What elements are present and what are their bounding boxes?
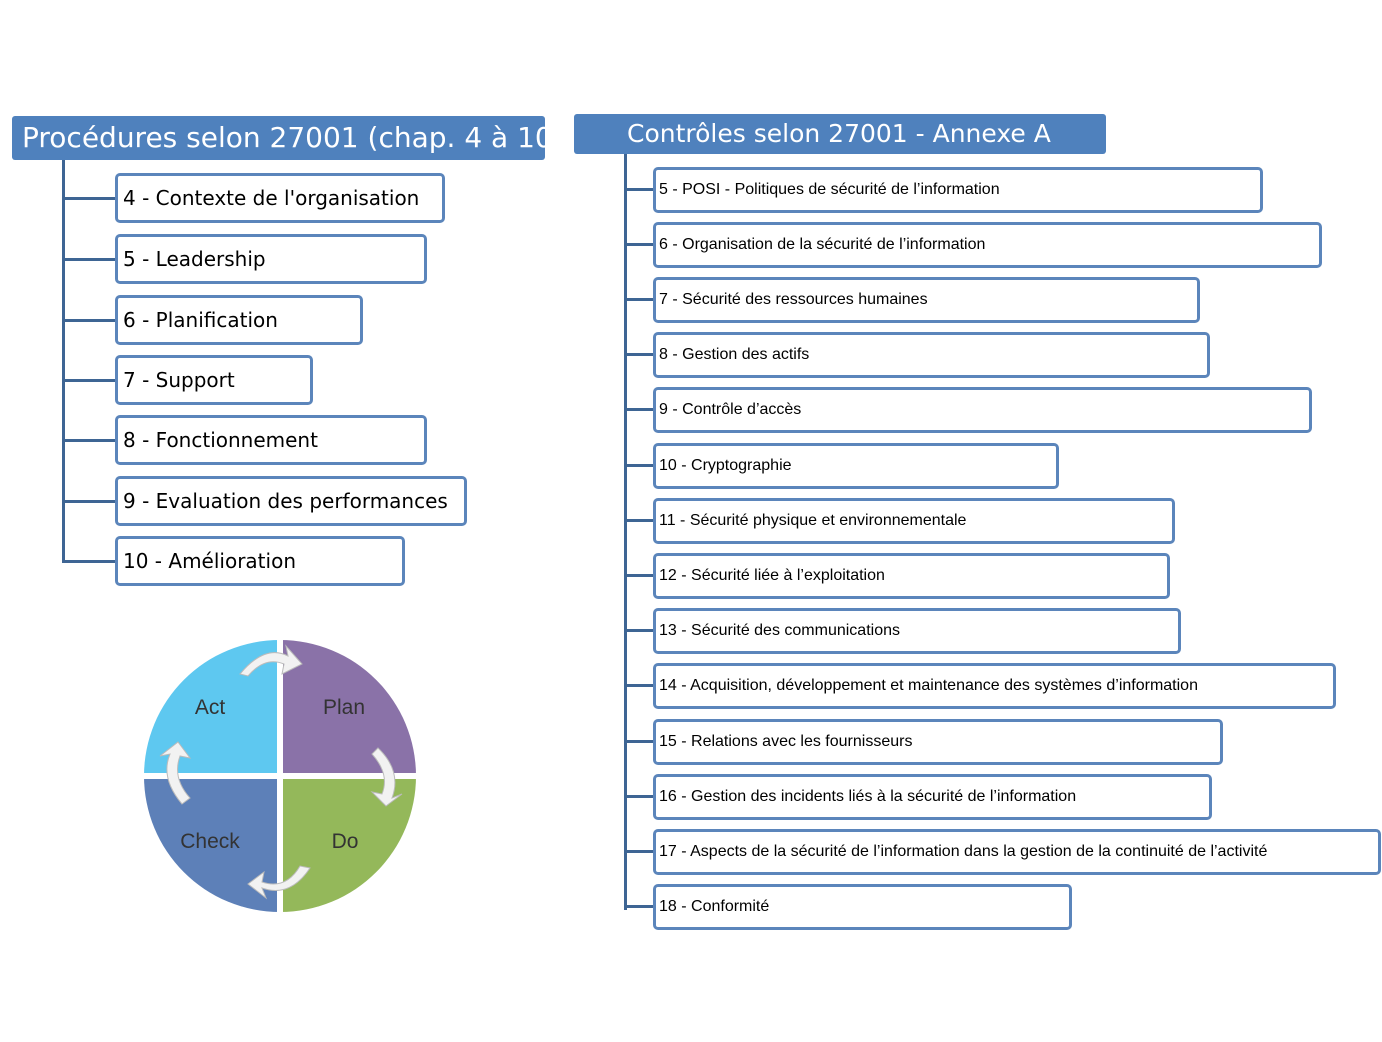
procedure-item: 10 - Amélioration [115,536,405,586]
pdca-act-label: Act [195,696,226,719]
right-connector-branch [624,629,656,632]
control-item: 14 - Acquisition, développement et maint… [653,663,1336,709]
right-connector-branch [624,519,656,522]
control-item: 11 - Sécurité physique et environnementa… [653,498,1175,544]
pdca-cycle-diagram: Act Plan Check Do [144,640,416,912]
procedures-header: Procédures selon 27001 (chap. 4 à 10) [12,116,564,160]
procedure-item: 9 - Evaluation des performances [115,476,467,526]
right-connector-branch [624,684,656,687]
left-connector-branch [62,319,116,322]
control-item: 16 - Gestion des incidents liés à la séc… [653,774,1212,820]
procedure-item: 6 - Planification [115,295,363,345]
right-connector-branch [624,464,656,467]
control-item: 7 - Sécurité des ressources humaines [653,277,1200,323]
left-connector-branch [62,379,116,382]
control-item: 18 - Conformité [653,884,1072,930]
control-item: 6 - Organisation de la sécurité de l’inf… [653,222,1322,268]
right-connector-branch [624,353,656,356]
pdca-check-label: Check [180,830,240,853]
procedure-item: 5 - Leadership [115,234,427,284]
right-connector-branch [624,740,656,743]
right-connector-branch [624,298,656,301]
control-item: 5 - POSI - Politiques de sécurité de l’i… [653,167,1263,213]
pdca-plan-label: Plan [323,696,365,719]
control-item: 13 - Sécurité des communications [653,608,1181,654]
control-item: 15 - Relations avec les fournisseurs [653,719,1223,765]
left-connector-branch [62,560,116,563]
control-item: 10 - Cryptographie [653,443,1059,489]
right-connector-branch [624,243,656,246]
left-connector-branch [62,439,116,442]
control-item: 8 - Gestion des actifs [653,332,1210,378]
control-item: 12 - Sécurité liée à l’exploitation [653,553,1170,599]
right-connector-branch [624,188,656,191]
left-connector-branch [62,197,116,200]
right-connector-branch [624,850,656,853]
right-connector-branch [624,574,656,577]
pdca-do-label: Do [332,830,359,853]
procedure-item: 7 - Support [115,355,313,405]
control-item: 9 - Contrôle d’accès [653,387,1312,433]
left-connector-branch [62,258,116,261]
right-connector-branch [624,795,656,798]
left-connector-branch [62,500,116,503]
right-connector-branch [624,905,656,908]
controls-header: Contrôles selon 27001 - Annexe A [574,114,1106,154]
procedure-item: 8 - Fonctionnement [115,415,427,465]
procedure-item: 4 - Contexte de l'organisation [115,173,445,223]
right-connector-branch [624,408,656,411]
control-item: 17 - Aspects de la sécurité de l’informa… [653,829,1381,875]
